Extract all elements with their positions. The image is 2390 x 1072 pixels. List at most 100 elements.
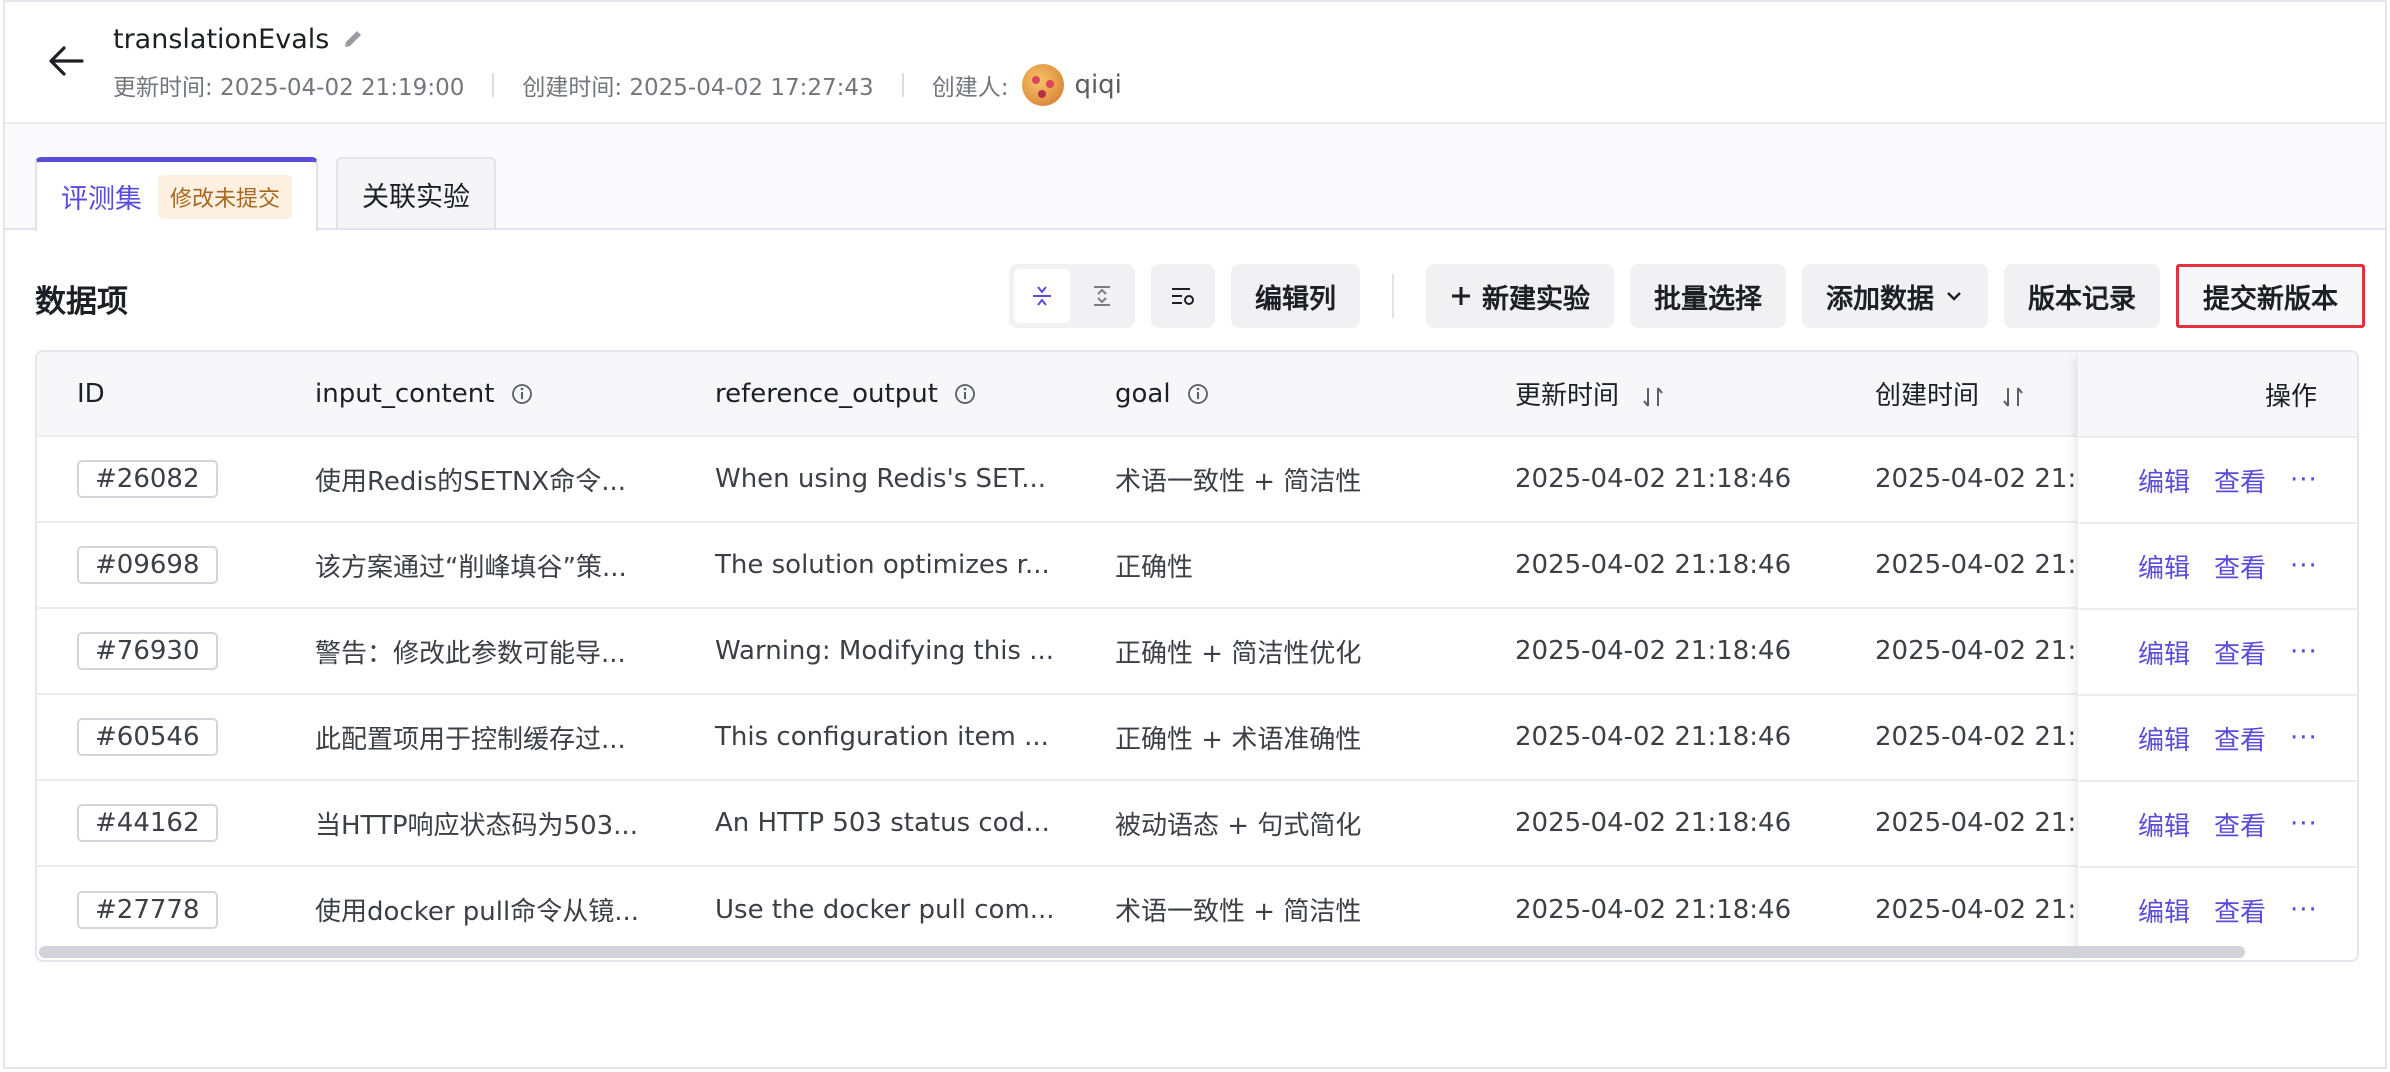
cell-reference-output: Warning: Modifying this ... bbox=[715, 636, 1055, 666]
edit-link[interactable]: 编辑 bbox=[2138, 806, 2190, 843]
row-actions: 编辑 查看 ··· bbox=[2078, 436, 2357, 522]
edit-link[interactable]: 编辑 bbox=[2138, 720, 2190, 757]
cell-updated-time: 2025-04-02 21:18:46 bbox=[1515, 894, 1792, 925]
cell-reference-output: This configuration item ... bbox=[715, 722, 1049, 752]
view-link[interactable]: 查看 bbox=[2214, 806, 2266, 843]
button-label: 编辑列 bbox=[1255, 283, 1336, 315]
column-header-actions: 操作 bbox=[2078, 352, 2357, 436]
more-actions-icon[interactable]: ··· bbox=[2290, 895, 2318, 925]
table-row[interactable]: #44162 当HTTP响应状态码为503... An HTTP 503 statu… bbox=[37, 780, 2357, 866]
more-actions-icon[interactable]: ··· bbox=[2290, 723, 2318, 753]
cell-updated-time: 2025-04-02 21:18:46 bbox=[1515, 808, 1792, 838]
row-density-toggle bbox=[1009, 264, 1135, 328]
collapse-rows-icon bbox=[1033, 286, 1051, 306]
table-row[interactable]: #09698 该方案通过“削峰填谷”策... The solution optimi… bbox=[37, 522, 2357, 608]
cell-updated-time: 2025-04-02 21:18:46 bbox=[1515, 722, 1792, 752]
tab-related-experiments[interactable]: 关联实验 bbox=[336, 157, 497, 229]
page-title: translationEvals bbox=[113, 24, 330, 55]
cell-input-content: 警告：修改此参数可能导... bbox=[315, 638, 626, 669]
edit-title-icon[interactable] bbox=[341, 27, 367, 53]
row-actions: 编辑 查看 ··· bbox=[2078, 522, 2357, 608]
column-header-input-content: input_content bbox=[275, 352, 675, 436]
creator-name: qiqi bbox=[1074, 70, 1122, 100]
submit-new-version-button[interactable]: 提交新版本 bbox=[2176, 264, 2365, 328]
button-label: 添加数据 bbox=[1826, 283, 1934, 315]
expanded-density-button[interactable] bbox=[1074, 269, 1130, 323]
cell-id: #26082 bbox=[37, 436, 275, 522]
cell-input-content: 当HTTP响应状态码为503... bbox=[315, 810, 638, 841]
compact-density-button[interactable] bbox=[1014, 269, 1070, 323]
info-icon[interactable] bbox=[511, 383, 533, 405]
more-actions-icon[interactable]: ··· bbox=[2290, 551, 2318, 581]
toolbar: 编辑列 新建实验 批量选择 添加数据 版本记录 提交新版本 bbox=[1009, 264, 2365, 328]
cell-id: #09698 bbox=[37, 522, 275, 608]
table-row[interactable]: #60546 此配置项用于控制缓存过... This configuration i… bbox=[37, 694, 2357, 780]
info-icon[interactable] bbox=[1187, 383, 1209, 405]
more-actions-icon[interactable]: ··· bbox=[2290, 465, 2318, 495]
cell-reference-output: The solution optimizes r... bbox=[715, 550, 1050, 580]
page-header: translationEvals 更新时间: 2025-04-02 21:19:… bbox=[5, 2, 2385, 124]
view-link[interactable]: 查看 bbox=[2214, 462, 2266, 499]
id-tag: #60546 bbox=[77, 718, 218, 756]
button-label: 版本记录 bbox=[2028, 283, 2136, 315]
sort-icon[interactable] bbox=[2001, 385, 2025, 409]
edit-columns-button[interactable]: 编辑列 bbox=[1231, 264, 1360, 328]
view-link[interactable]: 查看 bbox=[2214, 548, 2266, 585]
cell-goal: 被动语态 + 句式简化 bbox=[1115, 810, 1362, 841]
table-row[interactable]: #26082 使用Redis的SETNX命令... When using Redis… bbox=[37, 436, 2357, 522]
column-header-updated-time[interactable]: 更新时间 bbox=[1475, 352, 1835, 436]
new-experiment-button[interactable]: 新建实验 bbox=[1426, 264, 1614, 328]
edit-link[interactable]: 编辑 bbox=[2138, 462, 2190, 499]
edit-link[interactable]: 编辑 bbox=[2138, 634, 2190, 671]
view-link[interactable]: 查看 bbox=[2214, 634, 2266, 671]
cell-reference-output: An HTTP 503 status cod... bbox=[715, 808, 1050, 838]
arrow-left-icon bbox=[49, 46, 84, 76]
created-time: 创建时间: 2025-04-02 17:27:43 bbox=[522, 75, 874, 101]
id-tag: #44162 bbox=[77, 804, 218, 842]
tab-eval-set[interactable]: 评测集 修改未提交 bbox=[35, 157, 319, 231]
meta-divider bbox=[901, 73, 904, 97]
more-actions-icon[interactable]: ··· bbox=[2290, 809, 2318, 839]
data-table: ID input_content reference_output goal 更… bbox=[35, 350, 2359, 962]
info-icon[interactable] bbox=[954, 383, 976, 405]
sort-icon[interactable] bbox=[1641, 385, 1665, 409]
table-header-row: ID input_content reference_output goal 更… bbox=[37, 352, 2357, 436]
expand-rows-icon bbox=[1094, 286, 1110, 306]
add-data-dropdown[interactable]: 添加数据 bbox=[1802, 264, 1988, 328]
view-link[interactable]: 查看 bbox=[2214, 720, 2266, 757]
avatar bbox=[1022, 64, 1065, 106]
view-link[interactable]: 查看 bbox=[2214, 892, 2266, 929]
page-title-row: translationEvals bbox=[113, 24, 367, 55]
back-button[interactable] bbox=[43, 38, 89, 84]
batch-select-button[interactable]: 批量选择 bbox=[1630, 264, 1786, 328]
creator-label: 创建人: bbox=[931, 75, 1009, 101]
table-row[interactable]: #27778 使用docker pull命令从镜... Use the docker… bbox=[37, 866, 2357, 952]
cell-reference-output: Use the docker pull com... bbox=[715, 894, 1055, 925]
edit-link[interactable]: 编辑 bbox=[2138, 892, 2190, 929]
cell-goal: 正确性 + 简洁性优化 bbox=[1115, 638, 1362, 669]
cell-goal: 正确性 + 术语准确性 bbox=[1115, 724, 1362, 755]
meta-row: 更新时间: 2025-04-02 21:19:00 创建时间: 2025-04-… bbox=[113, 64, 1122, 106]
id-tag: #09698 bbox=[77, 546, 218, 584]
column-settings-button[interactable] bbox=[1151, 264, 1215, 328]
tab-label: 关联实验 bbox=[362, 181, 471, 213]
cell-updated-time: 2025-04-02 21:18:46 bbox=[1515, 636, 1792, 666]
row-actions: 编辑 查看 ··· bbox=[2078, 866, 2357, 952]
more-actions-icon[interactable]: ··· bbox=[2290, 637, 2318, 667]
horizontal-scrollbar[interactable] bbox=[39, 946, 2245, 958]
version-history-button[interactable]: 版本记录 bbox=[2004, 264, 2160, 328]
edit-link[interactable]: 编辑 bbox=[2138, 548, 2190, 585]
actions-column: 操作 编辑 查看 ··· 编辑 查看 ··· 编辑 查看 ··· 编辑 查看 ··· 编辑 查看 ··· 编辑… bbox=[2077, 352, 2357, 960]
cell-input-content: 使用docker pull命令从镜... bbox=[315, 897, 640, 927]
cell-updated-time: 2025-04-02 21:18:46 bbox=[1515, 550, 1792, 580]
section-title: 数据项 bbox=[35, 284, 128, 320]
tab-label: 评测集 bbox=[61, 184, 142, 215]
cell-input-content: 使用Redis的SETNX命令... bbox=[315, 466, 627, 497]
meta-divider bbox=[492, 73, 495, 97]
row-actions: 编辑 查看 ··· bbox=[2078, 694, 2357, 780]
column-header-id: ID bbox=[77, 378, 105, 409]
table-row[interactable]: #76930 警告：修改此参数可能导... Warning: Modifying t… bbox=[37, 608, 2357, 694]
cell-id: #27778 bbox=[37, 866, 275, 952]
unsubmitted-badge: 修改未提交 bbox=[158, 174, 293, 219]
column-header-reference-output: reference_output bbox=[675, 352, 1075, 436]
